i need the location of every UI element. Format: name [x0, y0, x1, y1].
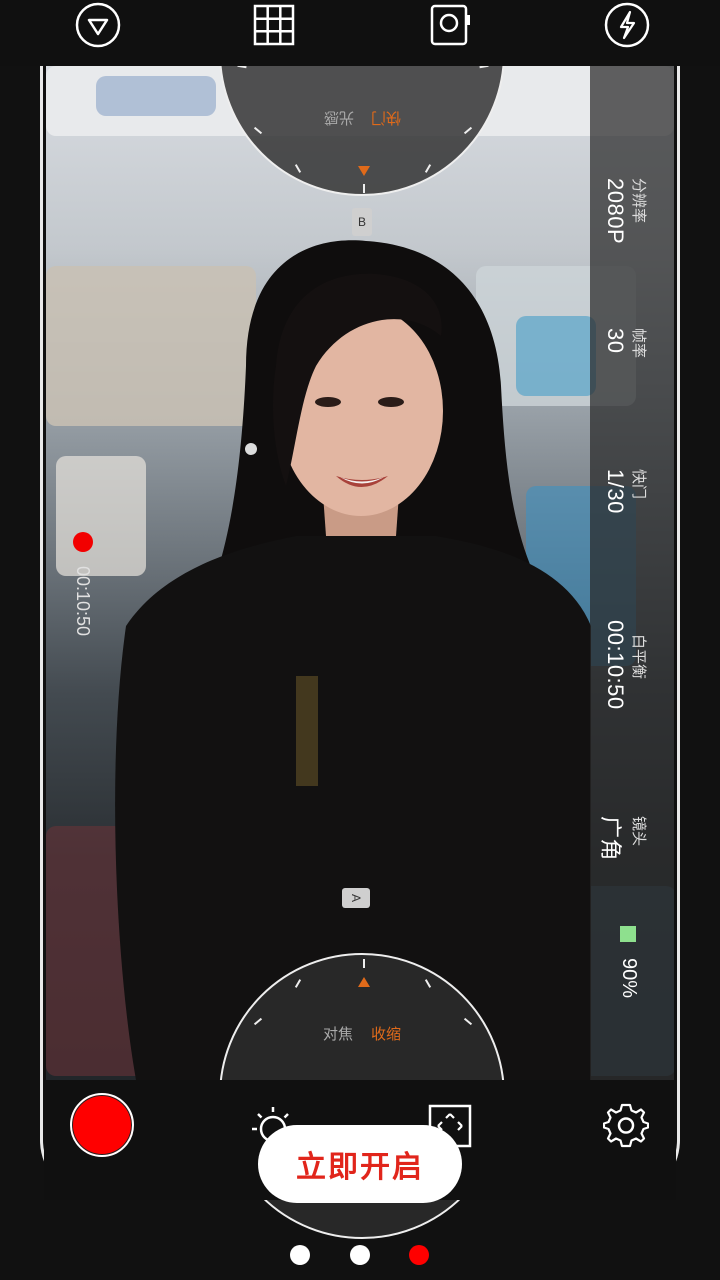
dial-top-pointer-icon: [358, 166, 370, 176]
shutter-label: 快门: [630, 469, 647, 500]
whitebalance-label: 白平衡: [630, 634, 647, 680]
marker-b-label: B: [352, 208, 372, 236]
dial-tick: [253, 1017, 263, 1026]
resolution-value: 2080P: [603, 178, 628, 245]
flash-icon[interactable]: [602, 0, 652, 50]
page-dot[interactable]: [350, 1245, 370, 1265]
dial-tick: [363, 184, 365, 193]
recording-dot-icon: [73, 532, 93, 552]
grid-icon[interactable]: [249, 0, 299, 50]
play-triangle-icon[interactable]: [73, 0, 123, 50]
dial-bottom-inactive-label[interactable]: 对焦: [323, 1023, 353, 1044]
dial-tick: [294, 979, 302, 988]
dial-bottom-active-label[interactable]: 收缩: [371, 1023, 401, 1044]
marker-a-label: A: [342, 888, 370, 908]
lens-value: 广角: [598, 816, 623, 862]
record-button[interactable]: [70, 1093, 134, 1157]
settings-gear-icon[interactable]: [602, 1102, 650, 1153]
recording-time: 00:10:50: [73, 566, 93, 637]
whitebalance-value: 00:10:50: [603, 620, 628, 710]
shutter-value: 1/30: [603, 469, 628, 514]
dial-tick: [424, 979, 432, 988]
dial-tick: [424, 164, 432, 173]
top-toolbar: [0, 0, 720, 66]
page-dot[interactable]: [290, 1245, 310, 1265]
dial-tick: [294, 164, 302, 173]
dial-top-inactive-label[interactable]: 光感: [324, 108, 354, 129]
dial-tick: [463, 1017, 473, 1026]
camera-switch-icon[interactable]: [425, 0, 475, 50]
dial-tick: [463, 126, 473, 135]
dial-tick: [363, 959, 365, 968]
open-now-button[interactable]: 立即开启: [258, 1125, 462, 1203]
dial-tick: [253, 126, 263, 135]
battery-level: 90%: [618, 958, 640, 999]
dial-top-active-label[interactable]: 快门: [371, 108, 401, 129]
framerate-label: 帧率: [630, 328, 647, 359]
resolution-label: 分辨率: [630, 178, 647, 224]
battery-icon: [620, 926, 636, 942]
dial-bottom-pointer-icon: [358, 977, 370, 987]
framerate-value: 30: [603, 328, 628, 354]
page-dot-active[interactable]: [409, 1245, 429, 1265]
lens-label: 镜头: [630, 816, 647, 847]
